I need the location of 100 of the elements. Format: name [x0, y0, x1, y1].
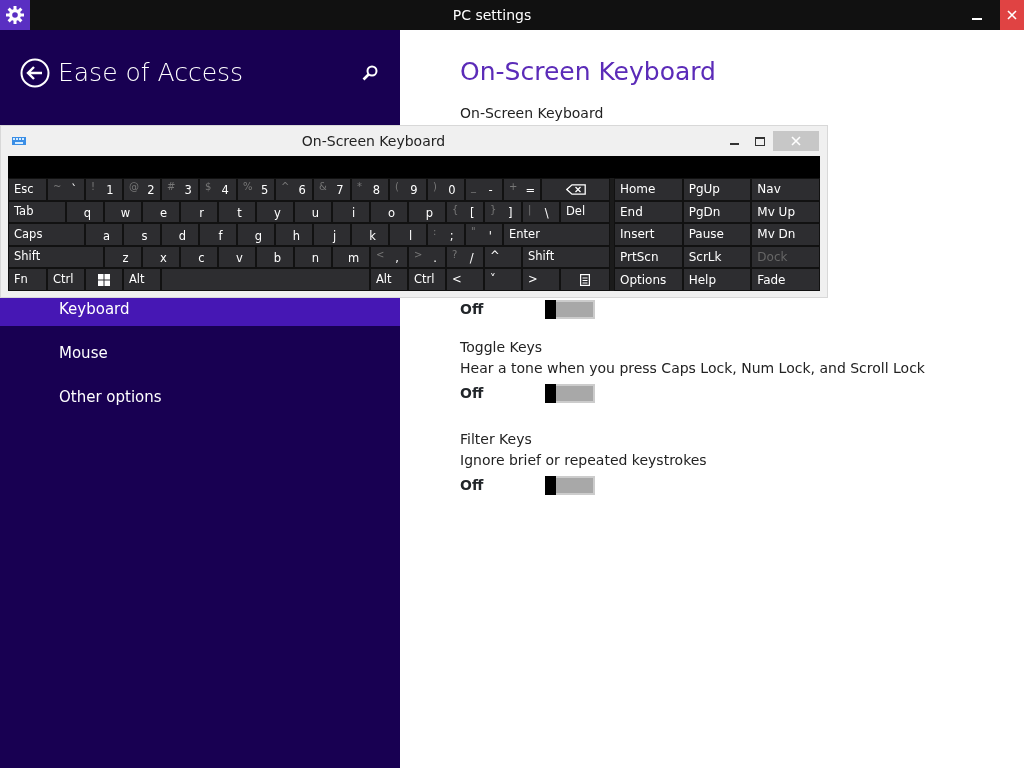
- toggle-switch[interactable]: [545, 299, 595, 319]
- osk-key[interactable]: k: [351, 223, 389, 246]
- osk-key[interactable]: x: [142, 245, 180, 269]
- osk-key[interactable]: Help: [682, 268, 752, 291]
- minimize-icon: [729, 143, 739, 145]
- osk-key[interactable]: g: [237, 223, 275, 246]
- close-button[interactable]: [1000, 0, 1024, 30]
- osk-key[interactable]: Ctrl: [408, 268, 446, 291]
- osk-key[interactable]: ˅: [484, 268, 522, 291]
- osk-key[interactable]: w: [104, 200, 142, 224]
- osk-key[interactable]: % 5: [237, 178, 275, 201]
- osk-key[interactable]: # 3: [161, 178, 199, 201]
- osk-key[interactable]: Home: [614, 178, 683, 201]
- osk-key[interactable]: l: [389, 223, 427, 246]
- osk-key[interactable]: Esc: [8, 178, 47, 201]
- osk-key[interactable]: Fn: [8, 268, 47, 291]
- osk-key[interactable]: Insert: [614, 223, 683, 246]
- osk-key[interactable]: $ 4: [199, 178, 237, 201]
- osk-key[interactable]: Enter: [503, 223, 610, 246]
- osk-key[interactable]: y: [256, 200, 294, 224]
- minimize-icon: [972, 18, 982, 20]
- windows-icon: [98, 273, 110, 286]
- osk-key[interactable]: ) 0: [427, 178, 465, 201]
- osk-key[interactable]: b: [256, 245, 294, 269]
- osk-key[interactable]: [541, 178, 610, 201]
- osk-key[interactable]: Del: [560, 200, 610, 224]
- osk-key[interactable]: j: [313, 223, 351, 246]
- osk-key[interactable]: d: [161, 223, 199, 246]
- osk-key[interactable]: " ': [465, 223, 503, 246]
- osk-key[interactable]: @ 2: [123, 178, 161, 201]
- osk-key[interactable]: Pause: [682, 223, 752, 246]
- osk-key[interactable]: h: [275, 223, 313, 246]
- osk-key[interactable]: u: [294, 200, 332, 224]
- osk-key[interactable]: > .: [408, 245, 446, 269]
- osk-key[interactable]: z: [104, 245, 142, 269]
- osk-key[interactable]: [560, 268, 610, 291]
- osk-key[interactable]: } ]: [484, 200, 522, 224]
- window-title: On-Screen Keyboard: [301, 133, 446, 149]
- setting-title: Toggle Keys: [460, 337, 544, 357]
- osk-key[interactable]: _ -: [465, 178, 503, 201]
- toggle-state: Off: [460, 383, 485, 403]
- section-heading: On-Screen Keyboard: [460, 56, 717, 88]
- osk-key[interactable]: < ,: [370, 245, 408, 269]
- toggle-switch[interactable]: [545, 383, 595, 403]
- osk-key[interactable]: [85, 268, 123, 291]
- osk-key[interactable]: PgUp: [682, 178, 752, 201]
- osk-key[interactable]: f: [199, 223, 237, 246]
- osk-key[interactable]: ! 1: [85, 178, 123, 201]
- osk-key[interactable]: Alt: [370, 268, 408, 291]
- osk-key[interactable]: | \: [522, 200, 560, 224]
- osk-key[interactable]: c: [180, 245, 218, 269]
- osk-key[interactable]: ^: [484, 245, 522, 269]
- osk-key[interactable]: n: [294, 245, 332, 269]
- osk-key[interactable]: Ctrl: [47, 268, 85, 291]
- osk-key[interactable]: Shift: [8, 245, 104, 269]
- sidebar-item[interactable]: Mouse: [0, 325, 400, 370]
- keyboard-icon: [12, 137, 26, 145]
- osk-key[interactable]: Shift: [522, 245, 610, 269]
- osk-key[interactable]: <: [446, 268, 484, 291]
- osk-key[interactable]: & 7: [313, 178, 351, 201]
- osk-key[interactable]: r: [180, 200, 218, 224]
- osk-key[interactable]: + =: [503, 178, 541, 201]
- osk-key[interactable]: Mv Up: [751, 200, 820, 224]
- osk-key[interactable]: t: [218, 200, 256, 224]
- osk-key[interactable]: { [: [446, 200, 484, 224]
- osk-key[interactable]: Fade: [751, 268, 820, 291]
- settings-icon[interactable]: [5, 5, 25, 25]
- osk-key[interactable]: e: [142, 200, 180, 224]
- osk-key[interactable]: ~ `: [47, 178, 85, 201]
- setting-description: Hear a tone when you press Caps Lock, Num Lock, and Scroll Lock: [460, 358, 926, 378]
- osk-key[interactable]: Caps: [8, 223, 85, 246]
- osk-key[interactable]: Nav: [751, 178, 820, 201]
- search-icon[interactable]: [362, 64, 378, 81]
- osk-key[interactable]: ( 9: [389, 178, 427, 201]
- osk-key[interactable]: Alt: [123, 268, 161, 291]
- osk-key[interactable]: a: [85, 223, 123, 246]
- osk-key[interactable]: p: [408, 200, 446, 224]
- close-icon: [791, 136, 801, 146]
- osk-key[interactable]: PrtScn: [614, 245, 683, 269]
- osk-key[interactable]: m: [332, 245, 370, 269]
- sidebar-item[interactable]: Other options: [0, 369, 400, 414]
- osk-key[interactable]: : ;: [427, 223, 465, 246]
- osk-key[interactable]: s: [123, 223, 161, 246]
- osk-key[interactable]: v: [218, 245, 256, 269]
- osk-key[interactable]: i: [332, 200, 370, 224]
- osk-key[interactable]: Mv Dn: [751, 223, 820, 246]
- osk-key[interactable]: o: [370, 200, 408, 224]
- osk-key[interactable]: * 8: [351, 178, 389, 201]
- osk-key[interactable]: ? /: [446, 245, 484, 269]
- osk-key[interactable]: ^ 6: [275, 178, 313, 201]
- back-icon[interactable]: [20, 57, 50, 88]
- osk-key[interactable]: q: [66, 200, 104, 224]
- toggle-switch[interactable]: [545, 475, 595, 495]
- osk-key[interactable]: Tab: [8, 200, 66, 224]
- setting-title: Filter Keys: [460, 429, 533, 449]
- setting-description: Ignore brief or repeated keystrokes: [460, 450, 708, 470]
- menu-icon: [580, 273, 590, 286]
- osk-key[interactable]: Options: [614, 268, 683, 291]
- osk-key[interactable]: >: [522, 268, 560, 291]
- osk-key[interactable]: End: [614, 200, 683, 224]
